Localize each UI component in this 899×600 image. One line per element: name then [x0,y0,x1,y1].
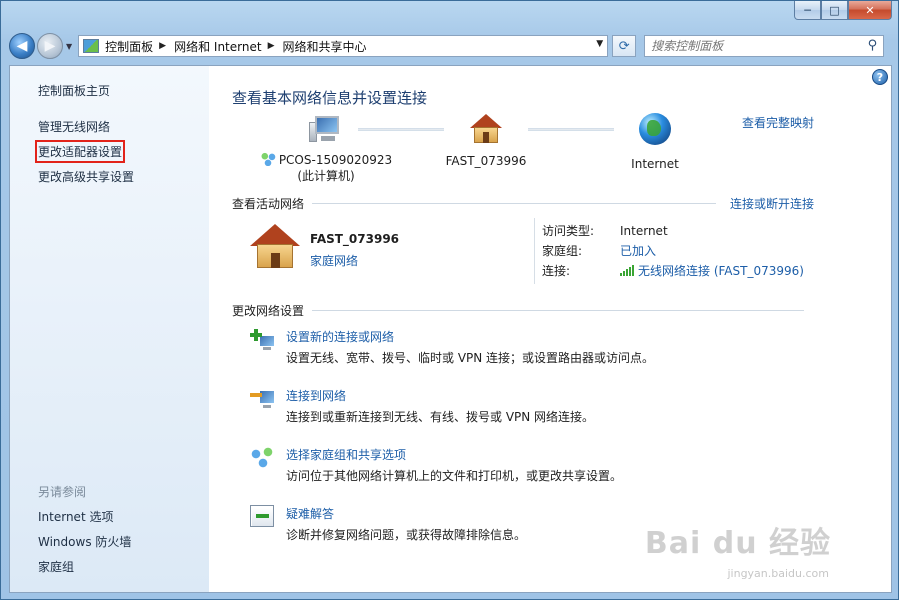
section-title: 更改网络设置 [232,304,305,318]
control-panel-icon [83,39,100,53]
see-full-map-link[interactable]: 查看完整映射 [742,114,814,131]
divider [312,203,717,204]
close-button[interactable]: ✕ [848,1,892,20]
divider [312,310,805,311]
access-type-label: 访问类型: [542,224,595,238]
task-description: 访问位于其他网络计算机上的文件和打印机，或更改共享设置。 [286,469,623,483]
connect-network-link[interactable]: 连接到网络 [286,387,346,404]
page-title: 查看基本网络信息并设置连接 [232,89,428,107]
task-description: 诊断并修复网络问题，或获得故障排除信息。 [286,528,527,542]
breadcrumb-control-panel[interactable]: 控制面板 ▶ [105,38,174,55]
help-icon[interactable]: ? [872,69,888,85]
setup-connection-link[interactable]: 设置新的连接或网络 [286,328,394,345]
caption-buttons: ─ □ ✕ [794,1,892,21]
vertical-divider [534,218,535,284]
sidebar-item-advanced-sharing[interactable]: 更改高级共享设置 [38,168,134,185]
homegroup-sharing-link[interactable]: 选择家庭组和共享选项 [286,446,406,463]
access-type-row: 访问类型: Internet [542,222,668,239]
maximize-button[interactable]: □ [821,1,848,20]
connect-network-icon [250,387,274,409]
sidebar-control-panel-home[interactable]: 控制面板主页 [38,82,110,99]
forward-button[interactable]: ▶ [37,33,63,59]
homegroup-label: 家庭组: [542,244,583,258]
internet-label: Internet [631,157,679,171]
search-icon[interactable]: ⚲ [868,38,878,53]
sidebar-item-manage-wireless[interactable]: 管理无线网络 [38,118,110,135]
breadcrumb-network-internet[interactable]: 网络和 Internet ▶ [174,38,282,55]
breadcrumb-label: 控制面板 [105,39,154,54]
history-dropdown-icon[interactable]: ▼ [66,42,72,51]
address-bar[interactable]: 控制面板 ▶ 网络和 Internet ▶ 网络和共享中心 ▼ [78,35,609,57]
search-input[interactable] [651,39,852,53]
computer-icon [309,114,343,144]
globe-icon [639,113,671,145]
breadcrumb-label: 网络和共享中心 [282,39,367,54]
active-networks-header: 查看活动网络 [232,195,812,212]
map-node-computer[interactable]: PCOS-1509020923 (此计算机) [256,114,396,184]
network-type-link[interactable]: 家庭网络 [310,252,358,269]
navigation-bar: ◀ ▶ ▼ 控制面板 ▶ 网络和 Internet ▶ 网络和共享中心 ▼ ⟳ … [9,31,892,61]
connection-row: 连接: 无线网络连接 (FAST_073996) [542,262,804,279]
window-frame: ─ □ ✕ ◀ ▶ ▼ 控制面板 ▶ 网络和 Internet ▶ 网络和共享中… [0,0,899,600]
back-button[interactable]: ◀ [9,33,35,59]
connection-label: 连接: [542,264,571,278]
active-network-name: FAST_073996 [310,232,400,246]
troubleshoot-icon [250,505,274,527]
see-also-heading: 另请参阅 [38,485,87,499]
map-node-internet[interactable]: Internet [610,113,700,171]
network-node-icon [259,152,276,166]
computer-name: PCOS-1509020923 [278,153,393,167]
baidu-watermark: Bai du 经验 [644,526,831,561]
connect-disconnect-link[interactable]: 连接或断开连接 [730,195,814,212]
computer-note: (此计算机) [297,169,355,183]
chevron-right-icon[interactable]: ▶ [268,41,275,51]
homegroup-joined-link[interactable]: 已加入 [620,244,656,258]
active-network-icon-wrap [250,224,300,270]
troubleshoot-link[interactable]: 疑难解答 [286,505,334,522]
breadcrumb-network-sharing-center[interactable]: 网络和共享中心 [282,38,366,55]
sidebar-item-change-adapter-settings[interactable]: 更改适配器设置 [34,140,126,163]
change-settings-header: 更改网络设置 [232,302,812,319]
task-description: 连接到或重新连接到无线、有线、拨号或 VPN 网络连接。 [286,410,595,424]
network-name: FAST_073996 [445,154,527,168]
main-pane: 查看基本网络信息并设置连接 查看完整映射 PCOS-1509020923 (此计… [232,66,872,586]
section-title: 查看活动网络 [232,197,305,211]
search-box: ⚲ [644,35,885,57]
map-link-line [528,128,614,131]
access-type-value: Internet [620,224,668,238]
new-connection-icon [250,328,274,350]
wifi-signal-icon [620,265,634,276]
map-link-line [358,128,444,131]
task-description: 设置无线、宽带、拨号、临时或 VPN 连接；或设置路由器或访问点。 [286,351,655,365]
homegroup-icon [250,446,274,468]
baidu-watermark-url: jingyan.baidu.com [727,567,829,580]
breadcrumb-label: 网络和 Internet [174,39,262,54]
address-dropdown-icon[interactable]: ▼ [596,39,603,49]
see-also-homegroup[interactable]: 家庭组 [38,558,74,575]
chevron-right-icon[interactable]: ▶ [159,41,166,51]
home-network-icon [250,224,300,270]
refresh-button[interactable]: ⟳ [612,35,637,57]
home-network-icon [469,114,503,144]
map-node-network[interactable]: FAST_073996 [436,114,536,168]
see-also-windows-firewall[interactable]: Windows 防火墙 [38,533,131,550]
see-also-internet-options[interactable]: Internet 选项 [38,508,113,525]
minimize-button[interactable]: ─ [794,1,821,20]
homegroup-row: 家庭组: 已加入 [542,242,656,259]
left-pane: 控制面板主页 管理无线网络 更改适配器设置 更改高级共享设置 另请参阅 Inte… [10,66,209,592]
wireless-connection-link[interactable]: 无线网络连接 (FAST_073996) [638,264,804,278]
content-area: 控制面板主页 管理无线网络 更改适配器设置 更改高级共享设置 另请参阅 Inte… [9,65,892,593]
